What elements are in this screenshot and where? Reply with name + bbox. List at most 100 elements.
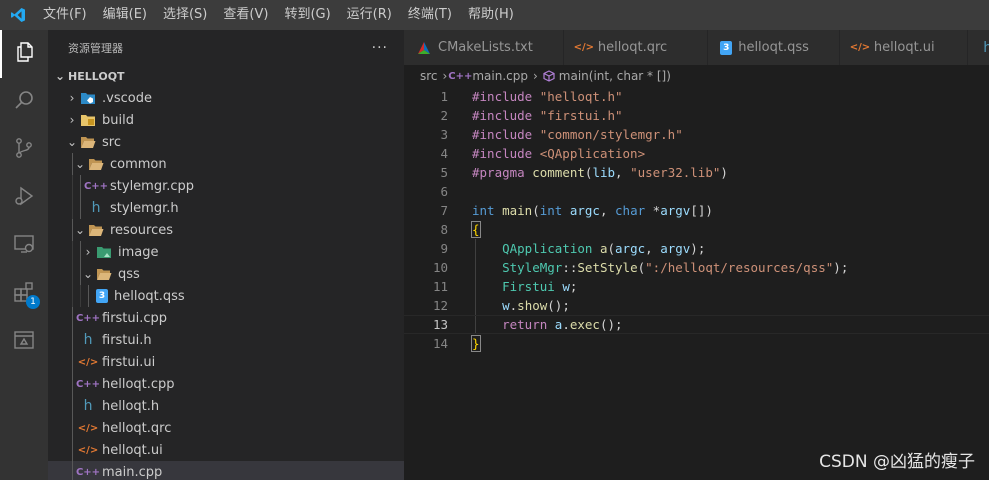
tree-item[interactable]: h firstui.h: [48, 329, 404, 351]
code-line[interactable]: 14}: [404, 334, 989, 353]
editor-tab[interactable]: </> helloqt.qrc: [563, 30, 709, 65]
remote-explorer-activity[interactable]: [0, 222, 48, 270]
chevron-right-icon: ›: [532, 69, 538, 83]
chevron-right-icon: ›: [69, 113, 75, 127]
tree-item[interactable]: › build: [48, 109, 404, 131]
tree-item[interactable]: </> helloqt.qrc: [48, 417, 404, 439]
breadcrumb-folder[interactable]: src: [420, 69, 438, 83]
menu-item[interactable]: 查看(V): [215, 0, 276, 30]
code-line[interactable]: 2 #include "firstui.h": [404, 106, 989, 125]
code-line[interactable]: 7 int main(int argc, char *argv[]): [404, 201, 989, 220]
tree-item[interactable]: ⌄ common: [48, 153, 404, 175]
tree-item-label: stylemgr.h: [110, 200, 179, 216]
tree-item[interactable]: › .vscode: [48, 87, 404, 109]
code-line[interactable]: 5 #pragma comment(lib, "user32.lib"): [404, 163, 989, 182]
editor-tabs: CMakeLists.txt </> helloqt.qrc 3 helloqt.qss…: [404, 30, 989, 65]
editor-tab[interactable]: hfirstui.h: [967, 30, 989, 65]
indent-guide: [475, 296, 476, 315]
chevron-down-icon: ⌄: [74, 157, 86, 171]
tree-item-label: build: [102, 112, 134, 128]
tree-item[interactable]: › image: [48, 241, 404, 263]
tree-item[interactable]: C++ main.cpp: [48, 461, 404, 480]
code-line[interactable]: 11 Firstui w;: [404, 277, 989, 296]
source-control-activity[interactable]: [0, 126, 48, 174]
indent-guide: [72, 439, 73, 461]
cmake-icon: [416, 40, 432, 56]
code-token: char: [615, 203, 653, 218]
code-line[interactable]: 8{: [404, 220, 989, 239]
chevron-down-icon: ⌄: [66, 135, 78, 149]
chevron-right-icon: ›: [442, 69, 448, 83]
tree-item[interactable]: h helloqt.h: [48, 395, 404, 417]
menu-bar: 文件(F) 编辑(E) 选择(S) 查看(V) 转到(G) 运行(R) 终端(T) 帮助(H): [35, 0, 522, 30]
tree-item-label: helloqt.qrc: [102, 420, 172, 436]
menu-item[interactable]: 编辑(E): [95, 0, 155, 30]
tree-item[interactable]: </> helloqt.ui: [48, 439, 404, 461]
code-line[interactable]: 12 w.show();: [404, 296, 989, 315]
code-token: argc: [615, 241, 646, 256]
tree-item[interactable]: ⌄ qss: [48, 263, 404, 285]
menu-item[interactable]: 终端(T): [400, 0, 460, 30]
folder-open-icon: [80, 134, 96, 150]
css-file-icon: 3: [96, 289, 108, 303]
code-token: lib: [592, 165, 616, 180]
tree-item[interactable]: C++ stylemgr.cpp: [48, 175, 404, 197]
tree-item-label: helloqt.h: [102, 398, 160, 414]
tree-item[interactable]: C++ helloqt.cpp: [48, 373, 404, 395]
code-token: comment: [532, 165, 585, 180]
code-line[interactable]: 4 #include <QApplication>: [404, 144, 989, 163]
indent-guide: [72, 285, 73, 307]
testing-icon: [12, 328, 36, 356]
tree-item[interactable]: ⌄ src: [48, 131, 404, 153]
extensions-activity[interactable]: 1: [0, 270, 48, 318]
xml-file-icon: </>: [573, 42, 595, 53]
code-token: {: [471, 221, 481, 238]
search-icon: [12, 88, 36, 116]
tree-item[interactable]: </> firstui.ui: [48, 351, 404, 373]
breadcrumb-symbol[interactable]: main(int, char * []): [559, 69, 671, 83]
tree-item[interactable]: ⌄ resources: [48, 219, 404, 241]
indent-guide: [475, 258, 476, 277]
code-token: exec: [569, 317, 600, 332]
menu-item[interactable]: 运行(R): [339, 0, 400, 30]
tree-item[interactable]: C++ firstui.cpp: [48, 307, 404, 329]
more-actions-icon[interactable]: ···: [372, 40, 388, 56]
tree-item-label: resources: [110, 222, 174, 238]
breadcrumb-file[interactable]: main.cpp: [472, 69, 528, 83]
code-token: int: [539, 203, 570, 218]
code-line[interactable]: 13 return a.exec();: [404, 315, 989, 334]
tree-item[interactable]: 3 helloqt.qss: [48, 285, 404, 307]
code-line[interactable]: 10 StyleMgr::SetStyle(":/helloqt/resourc…: [404, 258, 989, 277]
project-root[interactable]: ⌄ HELLOQT: [48, 65, 404, 87]
explorer-activity[interactable]: [0, 30, 48, 78]
code-line[interactable]: 3 #include "common/stylemgr.h": [404, 125, 989, 144]
line-number: 2: [440, 108, 448, 123]
code-text: #pragma comment(lib, "user32.lib"): [472, 165, 728, 180]
search-activity[interactable]: [0, 78, 48, 126]
tab-label: helloqt.ui: [873, 40, 935, 55]
menu-item[interactable]: 文件(F): [35, 0, 95, 30]
menu-item[interactable]: 转到(G): [276, 0, 338, 30]
line-number: 14: [432, 336, 448, 351]
activity-bar: 1: [0, 30, 48, 480]
indent-guide: [475, 239, 476, 258]
code-token: main: [502, 203, 533, 218]
code-editor[interactable]: 1 #include "helloqt.h" 2 #include "firstui.…: [404, 87, 989, 480]
editor-tab[interactable]: </> helloqt.ui: [839, 30, 968, 65]
code-line[interactable]: 9 QApplication a(argc, argv);: [404, 239, 989, 258]
code-token: ();: [547, 298, 570, 313]
code-token: argv: [660, 203, 691, 218]
code-token: );: [690, 241, 706, 256]
tree-item[interactable]: h stylemgr.h: [48, 197, 404, 219]
code-line[interactable]: 1 #include "helloqt.h": [404, 87, 989, 106]
code-line[interactable]: 6: [404, 182, 989, 201]
menu-item[interactable]: 选择(S): [155, 0, 215, 30]
indent-guide: [72, 197, 73, 219]
code-token: (: [637, 260, 646, 275]
editor-tab[interactable]: 3 helloqt.qss: [708, 30, 840, 65]
editor-tab[interactable]: CMakeLists.txt: [404, 30, 564, 65]
testing-activity[interactable]: [0, 318, 48, 366]
run-debug-activity[interactable]: [0, 174, 48, 222]
menu-item[interactable]: 帮助(H): [460, 0, 522, 30]
